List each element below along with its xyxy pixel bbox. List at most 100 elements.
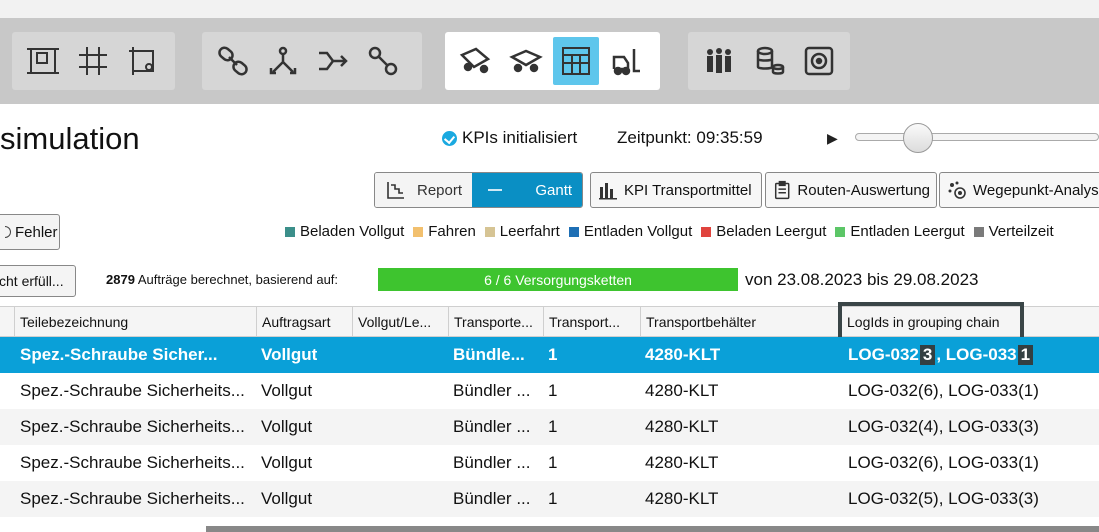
gantt-legend: Beladen Vollgut Fahren Leerfahrt Entladen V… bbox=[285, 223, 1054, 240]
logid-text: LOG-032 bbox=[848, 345, 919, 364]
orders-table: Teilebezeichnung Auftragsart Vollgut/Le...… bbox=[0, 302, 1099, 517]
report-toggle[interactable]: Report bbox=[375, 173, 473, 207]
logids-cell: LOG-032(4), LOG-033(3) bbox=[848, 417, 1039, 436]
vehicle-icon[interactable] bbox=[453, 37, 499, 85]
legend-swatch bbox=[285, 226, 295, 237]
chain-link-icon[interactable] bbox=[210, 37, 256, 85]
bar-chart-icon bbox=[599, 183, 617, 200]
table-cell: Bündle... bbox=[453, 345, 525, 364]
check-circle-icon bbox=[442, 130, 457, 146]
report-icon bbox=[387, 182, 404, 199]
table-cell: Vollgut bbox=[261, 489, 313, 508]
toolbar-group-layout bbox=[12, 32, 175, 90]
table-row[interactable]: Spez.-Schraube Sicherheits... Vollgut Bünd… bbox=[0, 445, 1099, 481]
horizontal-scrollbar[interactable] bbox=[206, 526, 1099, 532]
date-range: von 23.08.2023 bis 29.08.2023 bbox=[745, 270, 979, 289]
logid-count-highlight: 1 bbox=[1017, 345, 1034, 365]
column-header[interactable]: Teilebezeichnung bbox=[14, 307, 256, 337]
gantt-toggle[interactable]: Gantt bbox=[472, 173, 583, 207]
table-cell: Bündler ... bbox=[453, 489, 531, 508]
logids-cell: LOG-032(6), LOG-033(1) bbox=[848, 453, 1039, 472]
legend-item: Leerfahrt bbox=[484, 223, 560, 240]
legend-label: Leerfahrt bbox=[499, 223, 560, 240]
kpi-transport-button[interactable]: KPI Transportmittel bbox=[590, 172, 762, 208]
table-row[interactable]: Spez.-Schraube Sicherheits... Vollgut Bünd… bbox=[0, 373, 1099, 409]
legend-item: Entladen Leergut bbox=[835, 223, 965, 240]
column-header[interactable]: Auftragsart bbox=[256, 307, 352, 337]
orders-text: Aufträge berechnet, basierend auf: bbox=[137, 272, 339, 287]
play-icon[interactable]: ▶ bbox=[827, 130, 838, 147]
legend-swatch bbox=[701, 226, 712, 237]
table-row[interactable]: Spez.-Schraube Sicherheits... Vollgut Bünd… bbox=[0, 409, 1099, 445]
logid-count-highlight: 3 bbox=[919, 345, 936, 365]
logids-cell: LOG-032 3, LOG-033 1 bbox=[848, 337, 1034, 373]
transporter-icon[interactable] bbox=[503, 37, 549, 85]
legend-swatch bbox=[484, 226, 495, 237]
toolbar-group-chains bbox=[202, 32, 422, 90]
route-eval-button[interactable]: Routen-Auswertung bbox=[765, 172, 937, 208]
orders-summary: 2879 Aufträge berechnet, basierend auf: bbox=[106, 272, 338, 287]
split-icon[interactable] bbox=[260, 37, 306, 85]
orders-count: 2879 bbox=[106, 272, 135, 287]
table-body: Spez.-Schraube Sicher... Vollgut Bündle...… bbox=[0, 337, 1099, 517]
column-header[interactable]: Transportbehälter bbox=[640, 307, 838, 337]
logids-cell: LOG-032(5), LOG-033(3) bbox=[848, 489, 1039, 508]
forklift-icon[interactable] bbox=[603, 37, 649, 85]
table-cell: Bündler ... bbox=[453, 453, 531, 472]
legend-label: Fahren bbox=[428, 223, 476, 240]
filter-button[interactable]: cht erfüll... bbox=[0, 265, 76, 297]
table-cell: Vollgut bbox=[261, 345, 318, 364]
column-header[interactable]: Transport... bbox=[543, 307, 640, 337]
column-header[interactable]: Transporte... bbox=[448, 307, 543, 337]
errors-label: Fehler bbox=[15, 223, 58, 241]
target-icon[interactable] bbox=[796, 37, 842, 85]
legend-label: Beladen Leergut bbox=[716, 223, 827, 240]
window-top-strip bbox=[0, 0, 1099, 18]
table-cell: Spez.-Schraube Sicherheits... bbox=[20, 381, 245, 400]
area-icon[interactable] bbox=[120, 37, 166, 85]
errors-button[interactable]: Fehler bbox=[0, 214, 60, 250]
legend-item: Beladen Vollgut bbox=[285, 223, 404, 240]
time-slider[interactable] bbox=[855, 133, 1099, 141]
table-cell: 1 bbox=[548, 489, 558, 508]
column-header[interactable]: Vollgut/Le... bbox=[352, 307, 448, 337]
kpi-transport-label: KPI Transportmittel bbox=[624, 181, 752, 199]
workers-icon[interactable] bbox=[696, 37, 742, 85]
legend-item: Fahren bbox=[413, 223, 476, 240]
table-cell: Vollgut bbox=[261, 453, 313, 472]
legend-swatch bbox=[413, 226, 424, 237]
layout-icon[interactable] bbox=[20, 37, 66, 85]
legend-label: Verteilzeit bbox=[988, 223, 1054, 240]
waypoint-icon bbox=[948, 181, 966, 199]
error-icon bbox=[5, 226, 11, 238]
table-cell: Bündler ... bbox=[453, 381, 531, 400]
container-table-icon[interactable] bbox=[553, 37, 599, 85]
minus-icon bbox=[488, 189, 503, 191]
table-row[interactable]: Spez.-Schraube Sicher... Vollgut Bündle...… bbox=[0, 337, 1099, 373]
table-cell: Spez.-Schraube Sicherheits... bbox=[20, 489, 245, 508]
view-toggle: Report Gantt bbox=[374, 172, 584, 208]
time-slider-thumb[interactable] bbox=[903, 123, 933, 153]
clipboard-icon bbox=[774, 180, 790, 200]
grid-icon[interactable] bbox=[70, 37, 116, 85]
table-cell: Vollgut bbox=[261, 381, 313, 400]
column-header[interactable]: LogIds in grouping chain bbox=[838, 302, 1024, 341]
table-cell: 4280-KLT bbox=[645, 453, 719, 472]
table-cell: 4280-KLT bbox=[645, 345, 721, 364]
waypoint-button[interactable]: Wegepunkt-Analyse bbox=[939, 172, 1099, 208]
table-cell: 1 bbox=[548, 345, 558, 364]
table-cell: 4280-KLT bbox=[645, 381, 719, 400]
page-title: simulation bbox=[0, 121, 140, 156]
table-row[interactable]: Spez.-Schraube Sicherheits... Vollgut Bünd… bbox=[0, 481, 1099, 517]
merge-icon[interactable] bbox=[310, 37, 356, 85]
legend-swatch bbox=[568, 226, 579, 237]
time-readout: Zeitpunkt: 09:35:59 bbox=[617, 128, 763, 147]
waypoint-label: Wegepunkt-Analyse bbox=[973, 181, 1099, 199]
stock-icon[interactable] bbox=[746, 37, 792, 85]
legend-item: Beladen Leergut bbox=[701, 223, 826, 240]
table-cell: Vollgut bbox=[261, 417, 313, 436]
legend-label: Entladen Vollgut bbox=[583, 223, 693, 240]
route-chain-icon[interactable] bbox=[360, 37, 406, 85]
gantt-label: Gantt bbox=[535, 181, 573, 199]
legend-item: Entladen Vollgut bbox=[568, 223, 693, 240]
